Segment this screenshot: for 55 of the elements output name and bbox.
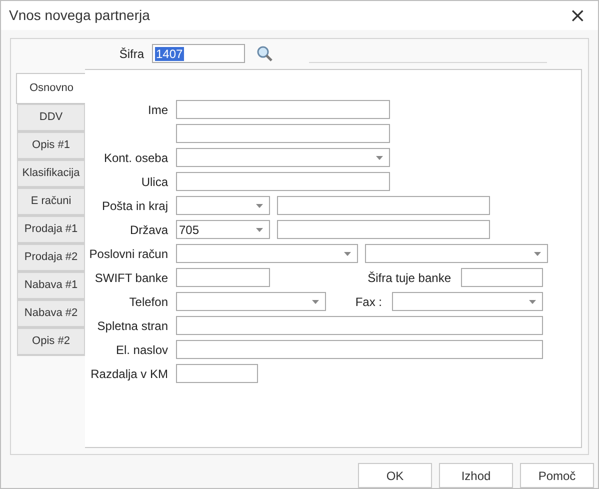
text-field[interactable] bbox=[277, 220, 490, 240]
text-field[interactable] bbox=[176, 340, 543, 360]
dialog-button[interactable]: Izhod bbox=[439, 463, 513, 488]
text-field[interactable] bbox=[461, 268, 543, 288]
field-label: Šifra bbox=[118, 46, 144, 61]
tab[interactable]: Nabava #2 bbox=[17, 300, 85, 328]
text-field[interactable] bbox=[176, 124, 390, 144]
text-field[interactable] bbox=[176, 100, 390, 120]
field-label: Ulica bbox=[140, 174, 168, 189]
search-icon[interactable] bbox=[256, 45, 273, 62]
tab[interactable]: Opis #1 bbox=[17, 132, 85, 160]
field-label: El. naslov bbox=[114, 342, 168, 357]
field-label: Pošta in kraj bbox=[100, 198, 168, 213]
window-title: Vnos novega partnerja bbox=[9, 7, 150, 24]
text-field[interactable] bbox=[176, 316, 543, 336]
tab[interactable]: Osnovno bbox=[16, 72, 86, 104]
tab[interactable]: Prodaja #2 bbox=[17, 244, 85, 272]
dialog-button[interactable]: Pomoč bbox=[520, 463, 594, 488]
field-label: Država bbox=[128, 222, 168, 237]
caret-icon bbox=[529, 300, 536, 304]
code-field[interactable]: 1407 bbox=[152, 44, 245, 64]
text-field[interactable] bbox=[176, 364, 258, 384]
dropdown[interactable] bbox=[365, 244, 548, 264]
field-label: SWIFT banke bbox=[94, 270, 168, 285]
dropdown[interactable] bbox=[176, 244, 358, 264]
tab[interactable]: Prodaja #1 bbox=[17, 216, 85, 244]
dropdown[interactable]: 705 bbox=[176, 220, 270, 240]
dropdown[interactable] bbox=[392, 292, 543, 312]
tab[interactable]: E računi bbox=[17, 188, 85, 216]
field-label: Kont. oseba bbox=[102, 150, 168, 165]
dialog-button[interactable]: OK bbox=[358, 463, 432, 488]
tab[interactable]: Klasifikacija bbox=[17, 160, 85, 188]
field-label: Spletna stran bbox=[96, 318, 168, 333]
field-label: Šifra tuje banke bbox=[366, 270, 451, 285]
text-field[interactable] bbox=[176, 268, 270, 288]
dropdown[interactable] bbox=[176, 148, 390, 168]
text-field[interactable] bbox=[277, 196, 490, 216]
field-label: Fax : bbox=[354, 294, 382, 309]
tab[interactable]: DDV bbox=[17, 104, 85, 132]
caret-icon bbox=[376, 156, 383, 160]
field-label: Razdalja v KM bbox=[90, 366, 168, 381]
caret-icon bbox=[344, 252, 351, 256]
field-label: Telefon bbox=[128, 294, 168, 309]
field-label: Ime bbox=[146, 102, 168, 117]
close-button[interactable]: × bbox=[563, 5, 592, 26]
field-label: Poslovni račun bbox=[88, 246, 168, 261]
caret-icon bbox=[312, 300, 319, 304]
tab[interactable]: Opis #2 bbox=[17, 328, 85, 356]
dropdown[interactable] bbox=[176, 292, 326, 312]
text-field[interactable] bbox=[176, 172, 390, 192]
tab[interactable]: Nabava #1 bbox=[17, 272, 85, 300]
caret-icon bbox=[256, 228, 263, 232]
dropdown[interactable] bbox=[176, 196, 270, 216]
caret-icon bbox=[534, 252, 541, 256]
caret-icon bbox=[256, 204, 263, 208]
